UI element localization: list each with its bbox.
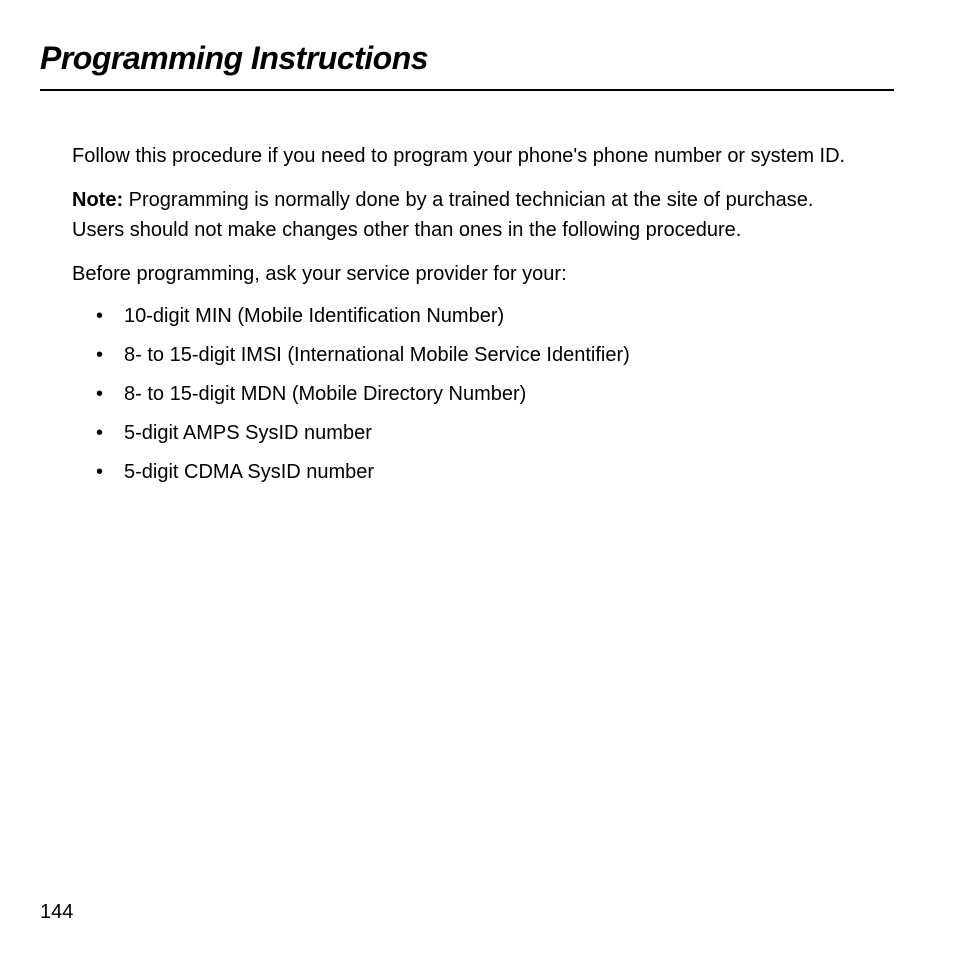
list-item: 10-digit MIN (Mobile Identification Numb… bbox=[72, 303, 862, 330]
note-body: Programming is normally done by a traine… bbox=[72, 189, 813, 241]
list-item: 8- to 15-digit IMSI (International Mobil… bbox=[72, 342, 862, 369]
bullet-list: 10-digit MIN (Mobile Identification Numb… bbox=[72, 303, 862, 486]
before-paragraph: Before programming, ask your service pro… bbox=[72, 259, 862, 289]
content-body: Follow this procedure if you need to pro… bbox=[72, 141, 862, 486]
title-rule bbox=[40, 89, 894, 91]
page-title: Programming Instructions bbox=[40, 40, 894, 77]
note-label: Note: bbox=[72, 189, 123, 211]
list-item: 5-digit CDMA SysID number bbox=[72, 459, 862, 486]
intro-paragraph: Follow this procedure if you need to pro… bbox=[72, 141, 862, 171]
page-number: 144 bbox=[40, 901, 73, 924]
note-paragraph: Note: Programming is normally done by a … bbox=[72, 185, 862, 245]
list-item: 5-digit AMPS SysID number bbox=[72, 420, 862, 447]
list-item: 8- to 15-digit MDN (Mobile Directory Num… bbox=[72, 381, 862, 408]
